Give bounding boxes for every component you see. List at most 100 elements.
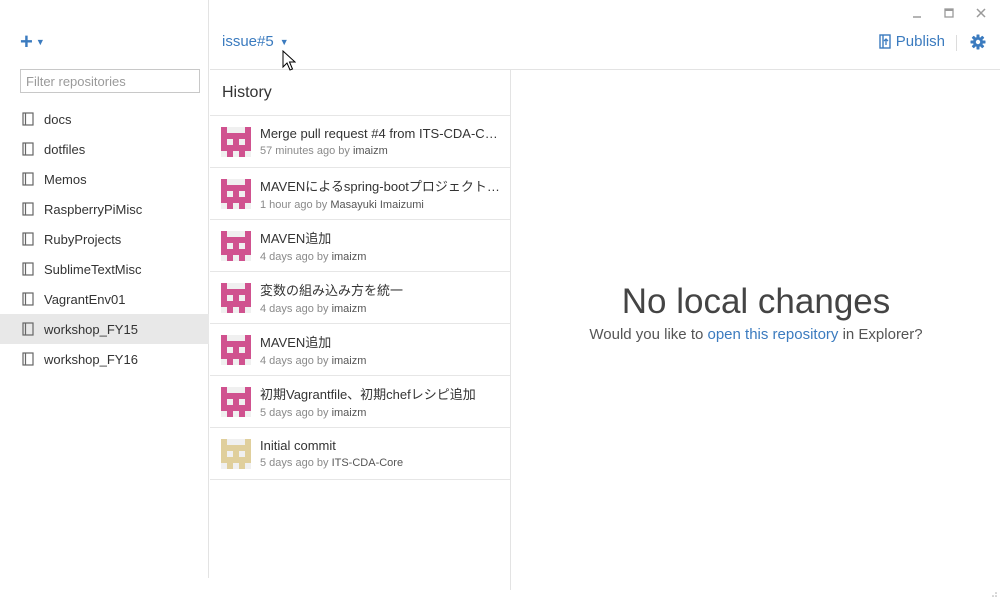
repository-name: docs — [44, 111, 72, 127]
repository-item[interactable]: workshop_FY15 — [0, 314, 209, 344]
author-avatar — [221, 126, 251, 157]
commit-list: Merge pull request #4 from ITS-CDA-Core/… — [210, 116, 510, 480]
commit-meta: 4 days ago by imaizm — [260, 303, 504, 315]
commit-text: MAVEN追加 4 days ago by imaizm — [260, 228, 504, 263]
commit-row[interactable]: Initial commit 5 days ago by ITS-CDA-Core — [210, 428, 510, 480]
gear-icon — [970, 34, 986, 50]
repository-icon — [22, 292, 34, 306]
author-avatar — [221, 334, 251, 365]
commit-meta: 1 hour ago by Masayuki Imaizumi — [260, 199, 504, 211]
repository-icon — [22, 142, 34, 156]
commit-author: imaizm — [331, 355, 367, 367]
repository-name: workshop_FY16 — [44, 351, 138, 367]
commit-row[interactable]: Merge pull request #4 from ITS-CDA-Core/… — [210, 116, 510, 168]
repository-name: workshop_FY15 — [44, 321, 138, 337]
toolbar-separator — [956, 35, 957, 51]
commit-text: 変数の組み込み方を統一 4 days ago by imaizm — [260, 280, 504, 315]
commit-message: 変数の組み込み方を統一 — [260, 283, 404, 298]
plus-icon: + — [20, 29, 33, 54]
commit-message: MAVEN追加 — [260, 335, 332, 350]
commit-meta: 57 minutes ago by imaizm — [260, 145, 504, 157]
commit-row[interactable]: MAVENによるspring-bootプロジェクトの作成 1 hour ago b… — [210, 168, 510, 220]
commit-text: 初期Vagrantfile、初期chefレシピ追加 5 days ago by i… — [260, 384, 504, 419]
repository-name: VagrantEnv01 — [44, 291, 126, 307]
repository-name: dotfiles — [44, 141, 86, 157]
commit-author: imaizm — [331, 251, 367, 263]
changes-panel: No local changes Would you like to open … — [512, 70, 1000, 590]
commit-text: Initial commit 5 days ago by ITS-CDA-Core — [260, 438, 504, 469]
repository-item[interactable]: Memos — [0, 164, 209, 194]
resize-grip-icon[interactable] — [989, 589, 997, 597]
repository-item[interactable]: docs — [0, 104, 209, 134]
repository-list: docs dotfiles Memos RaspberryPiMisc RubyProj… — [0, 104, 209, 374]
author-avatar — [221, 282, 251, 313]
commit-message: 初期Vagrantfile、初期chefレシピ追加 — [260, 387, 476, 402]
top-bar: issue#5 ▼ Publish — [210, 0, 1000, 70]
commit-author: ITS-CDA-Core — [331, 457, 404, 469]
commit-message: Initial commit — [260, 438, 336, 453]
mouse-cursor-icon — [282, 50, 296, 71]
repository-item[interactable]: dotfiles — [0, 134, 209, 164]
commit-message: MAVEN追加 — [260, 231, 332, 246]
commit-row[interactable]: MAVEN追加 4 days ago by imaizm — [210, 324, 510, 376]
commit-message: MAVENによるspring-bootプロジェクトの作成 — [260, 179, 504, 194]
repository-item[interactable]: workshop_FY16 — [0, 344, 209, 374]
repository-icon — [22, 172, 34, 186]
repository-icon — [22, 232, 34, 246]
filter-repositories-input[interactable] — [20, 69, 200, 93]
commit-author: imaizm — [331, 407, 367, 419]
empty-state-message: Would you like to open this repository i… — [512, 326, 1000, 343]
commit-text: MAVEN追加 4 days ago by imaizm — [260, 332, 504, 367]
commit-time: 5 days ago by — [260, 457, 332, 469]
history-title: History — [210, 70, 510, 116]
commit-row[interactable]: 変数の組み込み方を統一 4 days ago by imaizm — [210, 272, 510, 324]
repository-icon — [22, 112, 34, 126]
commit-row[interactable]: 初期Vagrantfile、初期chefレシピ追加 5 days ago by i… — [210, 376, 510, 428]
history-panel: History Merge pull request #4 from ITS-C… — [210, 70, 511, 590]
repository-icon — [22, 202, 34, 216]
commit-author: imaizm — [331, 303, 367, 315]
commit-time: 4 days ago by — [260, 355, 332, 367]
author-avatar — [221, 438, 251, 469]
empty-state-title: No local changes — [621, 282, 891, 321]
chevron-down-icon: ▼ — [35, 37, 45, 47]
commit-meta: 4 days ago by imaizm — [260, 355, 504, 367]
sidebar: + ▼ docs dotfiles Memos RaspberryPiMisc Ruby… — [0, 0, 209, 578]
repository-name: Memos — [44, 171, 87, 187]
repository-name: SublimeTextMisc — [44, 261, 142, 277]
repository-item[interactable]: RubyProjects — [0, 224, 209, 254]
commit-message: Merge pull request #4 from ITS-CDA-Core/… — [260, 126, 504, 141]
empty-state-prompt-after: in Explorer? — [838, 326, 923, 343]
commit-text: MAVENによるspring-bootプロジェクトの作成 1 hour ago b… — [260, 176, 504, 211]
publish-label: Publish — [895, 33, 945, 50]
commit-author: imaizm — [352, 145, 388, 157]
settings-button[interactable] — [970, 34, 986, 55]
publish-icon — [879, 34, 891, 49]
commit-meta: 5 days ago by imaizm — [260, 407, 504, 419]
author-avatar — [221, 178, 251, 209]
empty-state-prompt-before: Would you like to — [589, 326, 708, 343]
branch-selector[interactable]: issue#5 ▼ — [222, 33, 289, 50]
commit-author: Masayuki Imaizumi — [330, 199, 424, 211]
commit-time: 57 minutes ago by — [260, 145, 353, 157]
commit-meta: 4 days ago by imaizm — [260, 251, 504, 263]
open-repository-link[interactable]: open this repository — [708, 326, 839, 343]
publish-button[interactable]: Publish — [879, 33, 945, 50]
repository-name: RubyProjects — [44, 231, 122, 247]
repository-icon — [22, 262, 34, 276]
add-repository-button[interactable]: + ▼ — [20, 29, 45, 54]
commit-text: Merge pull request #4 from ITS-CDA-Core/… — [260, 126, 504, 157]
commit-time: 1 hour ago by — [260, 199, 331, 211]
author-avatar — [221, 230, 251, 261]
commit-time: 5 days ago by — [260, 407, 332, 419]
repository-item[interactable]: SublimeTextMisc — [0, 254, 209, 284]
repository-item[interactable]: RaspberryPiMisc — [0, 194, 209, 224]
author-avatar — [221, 386, 251, 417]
commit-meta: 5 days ago by ITS-CDA-Core — [260, 457, 504, 469]
repository-item[interactable]: VagrantEnv01 — [0, 284, 209, 314]
branch-name: issue#5 — [222, 33, 274, 50]
repository-icon — [22, 322, 34, 336]
repository-icon — [22, 352, 34, 366]
commit-row[interactable]: MAVEN追加 4 days ago by imaizm — [210, 220, 510, 272]
commit-time: 4 days ago by — [260, 303, 332, 315]
